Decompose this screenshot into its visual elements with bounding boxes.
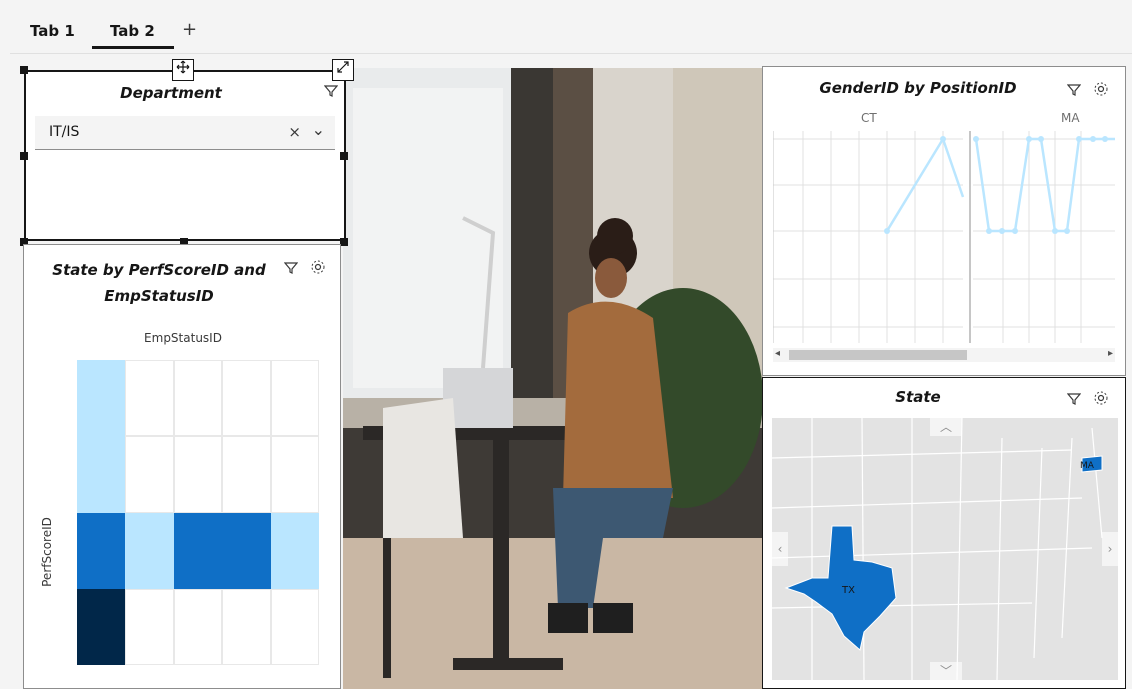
heatmap-cell[interactable] xyxy=(270,436,319,513)
department-widget[interactable]: Department IT/IS × ⌄ xyxy=(24,70,346,241)
settings-icon[interactable] xyxy=(1093,391,1109,410)
heatmap-cell[interactable] xyxy=(77,512,126,589)
line-chart-widget[interactable]: GenderID by PositionID CT MA ◂ ▸ xyxy=(762,66,1126,376)
resize-handle[interactable] xyxy=(20,152,28,160)
heatmap-cell[interactable] xyxy=(125,436,174,513)
clear-selection-icon[interactable]: × xyxy=(288,123,301,141)
heatmap-cell[interactable] xyxy=(77,360,126,437)
heatmap-cell[interactable] xyxy=(270,360,319,437)
add-tab-button[interactable]: + xyxy=(182,19,197,40)
tab-2[interactable]: Tab 2 xyxy=(110,22,155,40)
map-label-tx: TX xyxy=(841,585,855,596)
active-tab-indicator xyxy=(92,46,174,49)
heatmap-y-axis-label: PerfScoreID xyxy=(39,517,54,587)
map-pan-right-icon[interactable]: › xyxy=(1102,532,1118,566)
department-selected-value: IT/IS xyxy=(49,124,80,140)
expand-icon[interactable] xyxy=(332,59,354,81)
department-title: Department xyxy=(120,84,222,102)
photo-illustration xyxy=(343,68,763,689)
resize-handle[interactable] xyxy=(340,152,348,160)
tab-bar: Tab 1 Tab 2 + xyxy=(10,10,1132,54)
widget-toolbar xyxy=(1059,390,1109,410)
heatmap-grid xyxy=(77,360,319,665)
us-map-illustration: TX MA xyxy=(772,418,1118,680)
move-icon[interactable] xyxy=(172,59,194,81)
widget-toolbar xyxy=(1059,81,1109,101)
filter-icon[interactable] xyxy=(1066,84,1085,101)
heatmap-cell[interactable] xyxy=(173,436,223,513)
dashboard-canvas: Department IT/IS × ⌄ State by PerfScoreI… xyxy=(10,55,1132,689)
tab-1[interactable]: Tab 1 xyxy=(30,22,75,40)
heatmap-x-axis-label: EmpStatusID xyxy=(144,331,222,345)
panel-label-ma: MA xyxy=(1061,111,1080,125)
line-chart-plot xyxy=(773,131,1115,343)
settings-icon[interactable] xyxy=(310,260,326,279)
heatmap-cell[interactable] xyxy=(222,436,271,513)
scroll-right-icon[interactable]: ▸ xyxy=(1108,348,1113,359)
heatmap-title: State by PerfScoreID and EmpStatusID xyxy=(52,261,266,305)
map-label-ma: MA xyxy=(1080,461,1095,471)
chevron-down-icon[interactable]: ⌄ xyxy=(312,120,325,139)
department-dropdown[interactable]: IT/IS × ⌄ xyxy=(35,116,335,150)
heatmap-widget[interactable]: State by PerfScoreID and EmpStatusID Emp… xyxy=(23,244,341,689)
heatmap-cell[interactable] xyxy=(125,512,174,589)
heatmap-cell[interactable] xyxy=(222,360,271,437)
filter-icon[interactable] xyxy=(283,262,302,279)
heatmap-cell[interactable] xyxy=(77,436,126,513)
heatmap-cell[interactable] xyxy=(173,512,223,589)
heatmap-cell[interactable] xyxy=(270,588,319,665)
heatmap-cell[interactable] xyxy=(173,360,223,437)
horizontal-scrollbar[interactable]: ◂ ▸ xyxy=(773,348,1115,362)
heatmap-cell[interactable] xyxy=(222,588,271,665)
scrollbar-thumb[interactable] xyxy=(789,350,967,360)
heatmap-cell[interactable] xyxy=(222,512,271,589)
heatmap-cell[interactable] xyxy=(125,588,174,665)
filter-icon[interactable] xyxy=(323,84,339,102)
resize-handle[interactable] xyxy=(340,238,348,246)
filter-icon[interactable] xyxy=(1066,393,1085,410)
map-title: State xyxy=(895,388,941,406)
heatmap-cell[interactable] xyxy=(173,588,223,665)
scroll-left-icon[interactable]: ◂ xyxy=(775,348,780,359)
map-pan-up-icon[interactable]: ︿ xyxy=(930,418,962,436)
map-pan-down-icon[interactable]: ﹀ xyxy=(930,662,962,680)
heatmap-cell[interactable] xyxy=(125,360,174,437)
us-map[interactable]: TX MA ︿ ﹀ ‹ › xyxy=(772,418,1118,680)
map-pan-left-icon[interactable]: ‹ xyxy=(772,532,788,566)
widget-toolbar xyxy=(276,259,326,279)
panel-label-ct: CT xyxy=(861,111,877,125)
heatmap-cell[interactable] xyxy=(77,588,126,665)
background-photo xyxy=(343,68,763,689)
line-chart-title: GenderID by PositionID xyxy=(819,79,1017,97)
settings-icon[interactable] xyxy=(1093,82,1109,101)
map-widget[interactable]: State TX MA ︿ ﹀ ‹ › xyxy=(762,377,1126,689)
heatmap-cell[interactable] xyxy=(270,512,319,589)
resize-handle[interactable] xyxy=(20,66,28,74)
